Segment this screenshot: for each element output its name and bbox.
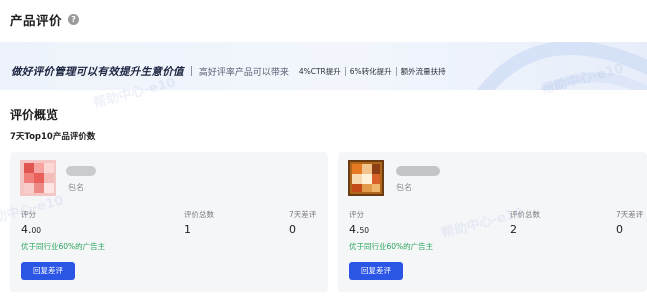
rating-decimal: 50 <box>359 226 370 235</box>
total-reviews-value: 1 <box>184 223 191 236</box>
store-label: 包名 <box>68 183 84 192</box>
negative-reviews-value: 0 <box>616 223 623 236</box>
overview-subtitle: 7天Top10产品评价数 <box>10 132 96 142</box>
rating-integer: 4. <box>349 223 360 236</box>
rating-integer: 4. <box>21 223 32 236</box>
industry-comparison: 优于同行业60%的广告主 <box>21 242 106 251</box>
page-header: 产品评价 ? <box>10 10 80 28</box>
total-reviews-value: 2 <box>510 223 517 236</box>
banner-description: 高好评率产品可以带来 <box>198 67 289 78</box>
banner-tags: 4%CTR提升 6%转化提升 额外流量扶持 <box>299 66 446 77</box>
product-name-blurred <box>396 166 440 176</box>
product-thumbnail[interactable] <box>348 160 384 196</box>
negative-reviews-label: 7天差评 <box>616 210 644 219</box>
rating-value: 4.50 <box>349 223 369 236</box>
banner-tag-divider <box>344 66 346 76</box>
product-card: 包名 评分 4.50 评价总数 2 7天差评 0 优于同行业60%的广告主 回复… <box>338 152 647 292</box>
product-thumbnail[interactable] <box>20 160 56 196</box>
rating-label: 评分 <box>21 210 36 219</box>
reply-negative-button[interactable]: 回复差评 <box>349 262 403 280</box>
industry-comparison: 优于同行业60%的广告主 <box>349 242 434 251</box>
negative-reviews-label: 7天差评 <box>289 210 317 219</box>
banner-content: 做好评价管理可以有效提升生意价值 高好评率产品可以带来 4%CTR提升 6%转化… <box>11 64 446 78</box>
banner-slogan: 做好评价管理可以有效提升生意价值 <box>11 65 184 78</box>
banner-tag: 6%转化提升 <box>349 66 392 76</box>
rating-value: 4.00 <box>21 223 41 236</box>
product-card: 包名 评分 4.00 评价总数 1 7天差评 0 优于同行业60%的广告主 回复… <box>10 152 328 292</box>
help-icon[interactable]: ? <box>68 13 80 25</box>
total-reviews-label: 评价总数 <box>184 210 214 219</box>
banner-tag: 4%CTR提升 <box>298 66 341 76</box>
overview-title: 评价概览 <box>10 108 59 122</box>
rating-decimal: 00 <box>31 226 42 235</box>
negative-reviews-value: 0 <box>289 223 296 236</box>
banner-decoration <box>477 42 647 90</box>
rating-label: 评分 <box>349 210 364 219</box>
store-label: 包名 <box>396 183 412 192</box>
reply-negative-button[interactable]: 回复差评 <box>21 262 75 280</box>
page-title: 产品评价 <box>10 12 63 28</box>
product-name-blurred <box>66 166 96 176</box>
promo-banner: 做好评价管理可以有效提升生意价值 高好评率产品可以带来 4%CTR提升 6%转化… <box>0 42 647 90</box>
banner-tag-divider <box>395 66 397 76</box>
total-reviews-label: 评价总数 <box>510 210 540 219</box>
banner-divider <box>190 66 192 76</box>
banner-tag: 额外流量扶持 <box>400 66 446 76</box>
